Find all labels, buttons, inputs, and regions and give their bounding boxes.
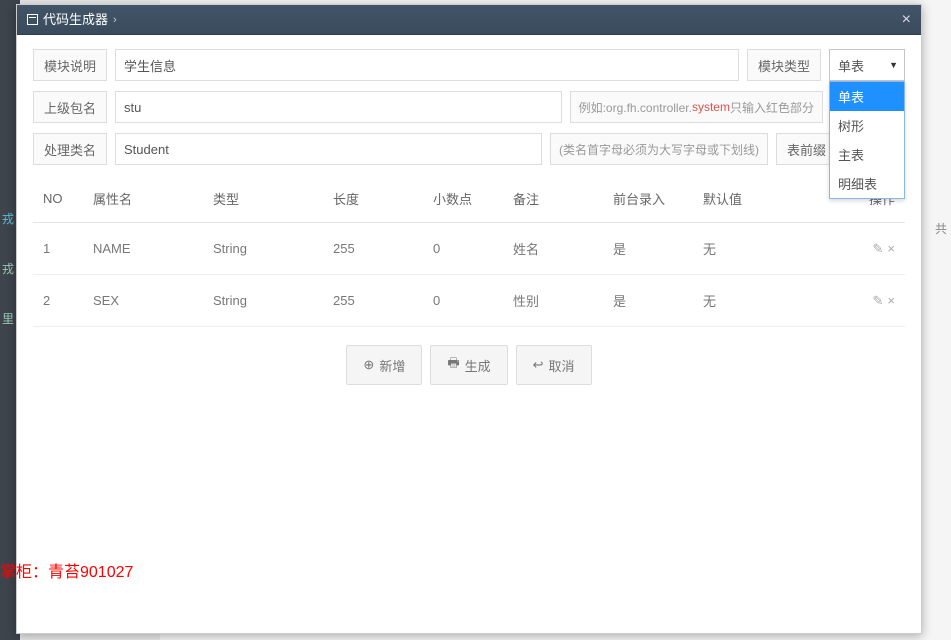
undo-icon: ↩: [533, 357, 544, 373]
edit-icon[interactable]: ✎: [873, 241, 884, 256]
table-header-row: NO 属性名 类型 长度 小数点 备注 前台录入 默认值 操作: [33, 175, 905, 223]
cell-default: 无: [693, 223, 845, 275]
cell-remark: 姓名: [503, 223, 603, 275]
plus-icon: ⊕: [363, 357, 374, 373]
class-label: 处理类名: [33, 133, 107, 165]
cell-default: 无: [693, 275, 845, 327]
class-hint: (类名首字母必须为大写字母或下划线): [550, 133, 768, 165]
cell-attr: SEX: [83, 275, 203, 327]
table-row: 2SEXString2550性别是无✎×: [33, 275, 905, 327]
module-desc-label: 模块说明: [33, 49, 107, 81]
cell-dec: 0: [423, 275, 503, 327]
modal-title: 代码生成器: [43, 5, 108, 35]
col-dec: 小数点: [423, 175, 503, 223]
cell-actions: ✎×: [845, 275, 905, 327]
modal-backdrop: 代码生成器 › × 模块说明 模块类型 单表 单表 树形 主表 明细表: [0, 0, 951, 640]
cell-len: 255: [323, 223, 423, 275]
option-single[interactable]: 单表: [830, 82, 904, 111]
window-icon: [27, 14, 38, 25]
module-type-select[interactable]: 单表 单表 树形 主表 明细表: [829, 49, 905, 81]
modal-header: 代码生成器 › ×: [17, 5, 921, 35]
cell-dec: 0: [423, 223, 503, 275]
button-row: ⊕ 新增 🖶 生成 ↩ 取消: [33, 345, 905, 385]
generate-button[interactable]: 🖶 生成: [430, 345, 507, 385]
option-tree[interactable]: 树形: [830, 111, 904, 140]
module-desc-input[interactable]: [115, 49, 739, 81]
delete-icon[interactable]: ×: [887, 241, 895, 256]
cell-type: String: [203, 223, 323, 275]
cell-no: 1: [33, 223, 83, 275]
cell-len: 255: [323, 275, 423, 327]
cell-front: 是: [603, 275, 693, 327]
cancel-button[interactable]: ↩ 取消: [516, 345, 592, 385]
col-no: NO: [33, 175, 83, 223]
module-type-dropdown: 单表 树形 主表 明细表: [829, 81, 905, 199]
option-detail[interactable]: 明细表: [830, 169, 904, 198]
print-icon: 🖶: [447, 354, 459, 376]
close-icon[interactable]: ×: [902, 5, 911, 35]
package-input[interactable]: [115, 91, 562, 123]
module-type-label: 模块类型: [747, 49, 821, 81]
module-type-value: 单表: [838, 56, 864, 75]
option-main[interactable]: 主表: [830, 140, 904, 169]
form-row-class: 处理类名 (类名首字母必须为大写字母或下划线) 表前缀: [33, 133, 905, 165]
col-default: 默认值: [693, 175, 845, 223]
col-remark: 备注: [503, 175, 603, 223]
prefix-label: 表前缀: [776, 133, 837, 165]
code-generator-modal: 代码生成器 › × 模块说明 模块类型 单表 单表 树形 主表 明细表: [16, 4, 922, 634]
package-label: 上级包名: [33, 91, 107, 123]
cell-actions: ✎×: [845, 223, 905, 275]
cell-remark: 性别: [503, 275, 603, 327]
form-row-module: 模块说明 模块类型 单表 单表 树形 主表 明细表: [33, 49, 905, 81]
add-button[interactable]: ⊕ 新增: [346, 345, 422, 385]
col-len: 长度: [323, 175, 423, 223]
chevron-right-icon: ›: [113, 5, 117, 35]
class-input[interactable]: [115, 133, 542, 165]
col-attr: 属性名: [83, 175, 203, 223]
edit-icon[interactable]: ✎: [873, 293, 884, 308]
watermark-text: 掌柜：青苔901027: [0, 558, 133, 582]
package-hint: 例如:org.fh.controller.system 只输入红色部分: [570, 91, 823, 123]
col-front: 前台录入: [603, 175, 693, 223]
cell-attr: NAME: [83, 223, 203, 275]
cell-front: 是: [603, 223, 693, 275]
attributes-table: NO 属性名 类型 长度 小数点 备注 前台录入 默认值 操作 1NAMEStr…: [33, 175, 905, 327]
col-type: 类型: [203, 175, 323, 223]
cell-type: String: [203, 275, 323, 327]
delete-icon[interactable]: ×: [887, 293, 895, 308]
table-row: 1NAMEString2550姓名是无✎×: [33, 223, 905, 275]
form-row-package: 上级包名 例如:org.fh.controller.system 只输入红色部分…: [33, 91, 905, 123]
modal-body: 模块说明 模块类型 单表 单表 树形 主表 明细表 上级包名: [17, 35, 921, 399]
cell-no: 2: [33, 275, 83, 327]
